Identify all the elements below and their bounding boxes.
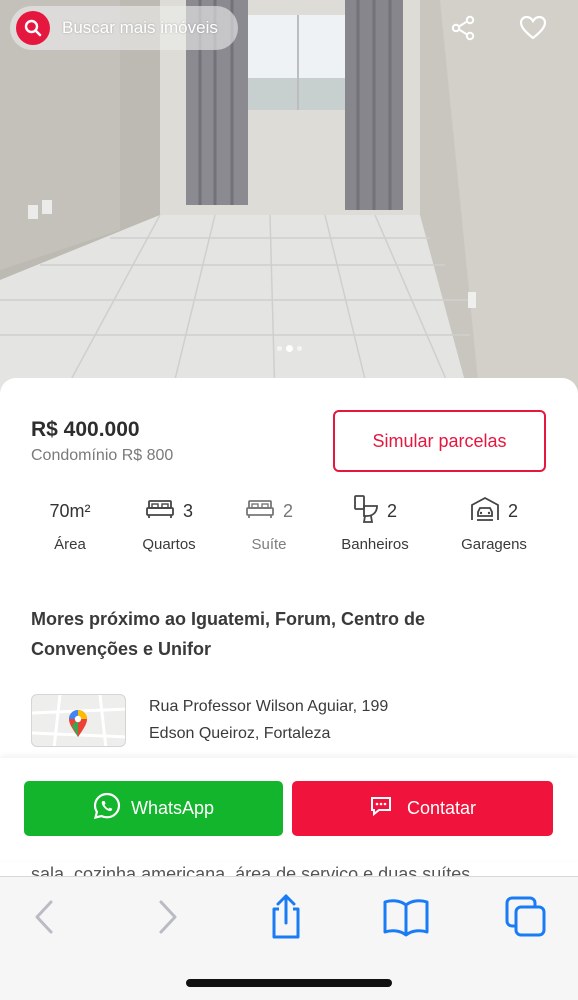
heart-icon[interactable] (515, 10, 551, 46)
chat-icon (369, 795, 393, 822)
feature-garages: 2 Garagens (452, 496, 536, 553)
toilet-icon (353, 494, 379, 529)
forward-icon[interactable] (140, 891, 196, 943)
browser-toolbar (0, 876, 578, 1000)
share-icon[interactable] (258, 891, 314, 943)
feature-bathrooms: 2 Banheiros (332, 494, 418, 553)
simulate-installments-button[interactable]: Simular parcelas (333, 410, 546, 472)
search-more-button[interactable]: Buscar mais imóveis (10, 6, 238, 50)
map-thumbnail[interactable] (31, 694, 126, 747)
feature-suites: 2 Suíte (236, 496, 302, 553)
address-neighborhood: Edson Queiroz, Fortaleza (149, 725, 331, 742)
feature-bedrooms: 3 Quartos (130, 496, 208, 553)
search-more-label: Buscar mais imóveis (62, 18, 218, 37)
whatsapp-label: WhatsApp (130, 798, 215, 818)
garage-icon (470, 496, 500, 527)
tabs-icon[interactable] (498, 891, 554, 943)
whatsapp-button[interactable]: WhatsApp (24, 781, 283, 836)
price: R$ 400.000 (31, 418, 140, 441)
feature-suites-label: Suíte (251, 536, 287, 553)
carousel-dot[interactable] (296, 346, 302, 351)
home-indicator[interactable] (186, 979, 392, 987)
whatsapp-icon (93, 792, 121, 825)
carousel-dot[interactable] (276, 346, 282, 351)
property-photo[interactable]: Buscar mais imóveis (0, 0, 578, 400)
address-street: Rua Professor Wilson Aguiar, 199 (149, 698, 389, 715)
feature-suites-value: 2 (282, 500, 293, 521)
listing-page: Buscar mais imóveis R$ 400.000 Condomíni… (0, 0, 578, 1000)
contact-action-bar: WhatsApp Contatar (0, 758, 578, 860)
feature-bedrooms-label: Quartos (142, 536, 196, 553)
room-photo-illustration (0, 0, 578, 400)
map-pin-icon (32, 695, 125, 746)
feature-garages-value: 2 (507, 500, 518, 521)
search-icon (16, 11, 50, 45)
feature-area: 70m² Área (36, 496, 104, 554)
condo-fee: Condomínio R$ 800 (31, 447, 174, 464)
listing-title: Mores próximo ao Iguatemi, Forum, Centro… (31, 609, 426, 659)
feature-bathrooms-label: Banheiros (341, 536, 409, 553)
bookmarks-icon[interactable] (378, 891, 434, 943)
feature-area-label: Área (54, 536, 86, 553)
bed-icon (245, 498, 275, 525)
feature-garages-label: Garagens (461, 536, 527, 553)
feature-bathrooms-value: 2 (386, 500, 397, 521)
contact-button[interactable]: Contatar (292, 781, 553, 836)
contact-label: Contatar (406, 798, 477, 818)
share-icon[interactable] (445, 10, 481, 46)
carousel-dots (0, 345, 578, 352)
bed-icon (145, 498, 175, 525)
back-icon[interactable] (16, 891, 72, 943)
feature-area-value: 70m² (49, 500, 91, 521)
feature-bedrooms-value: 3 (182, 500, 193, 521)
carousel-dot-active[interactable] (285, 345, 293, 352)
features-row: 70m² Área 3 Quartos 2 Suíte 2 Banheiros … (0, 494, 578, 566)
